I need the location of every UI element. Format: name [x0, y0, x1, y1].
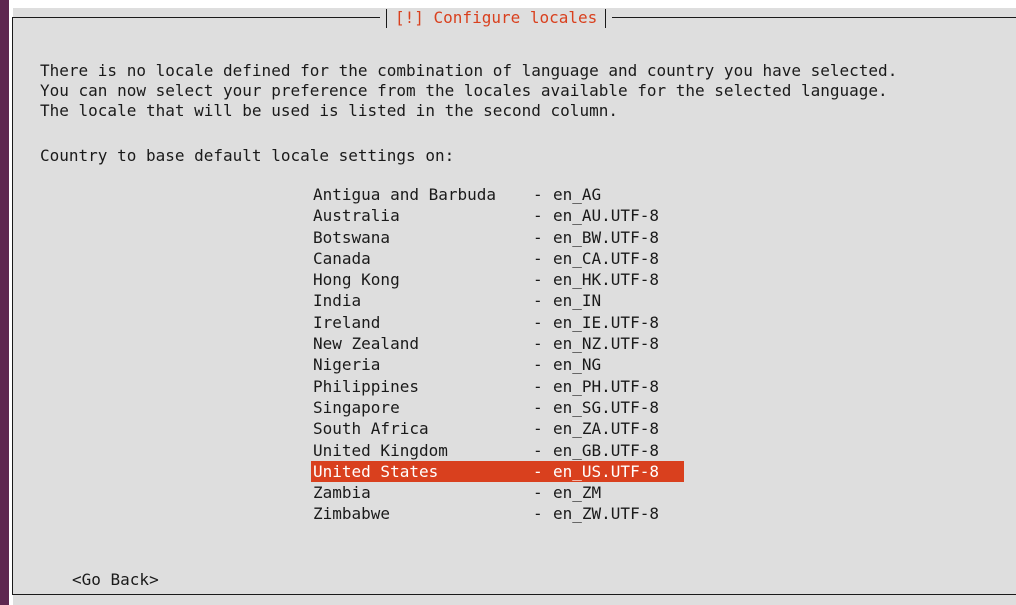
- locale-code: en_SG.UTF-8: [553, 397, 659, 417]
- locale-separator: -: [533, 355, 543, 375]
- locale-option[interactable]: Ireland - en_IE.UTF-8: [311, 312, 684, 333]
- dialog-title: [!] Configure locales: [395, 8, 598, 27]
- locale-option[interactable]: Nigeria - en_NG: [311, 354, 684, 375]
- locale-code: en_AG: [553, 185, 602, 204]
- locale-country: Singapore: [313, 397, 400, 417]
- locale-separator: -: [533, 206, 543, 226]
- locale-separator: -: [533, 185, 543, 204]
- locale-separator: -: [533, 291, 543, 311]
- locale-option[interactable]: South Africa - en_ZA.UTF-8: [311, 418, 684, 439]
- locale-country: Antigua and Barbuda: [313, 185, 497, 204]
- locale-list[interactable]: Antigua and Barbuda - en_AG Australia - en_AU…: [311, 184, 684, 525]
- locale-option[interactable]: United States - en_US.UTF-8: [311, 460, 684, 483]
- title-right-tick: [605, 8, 607, 28]
- locale-country: Australia: [313, 206, 400, 226]
- locale-country: Philippines: [313, 376, 419, 396]
- locale-option[interactable]: Australia - en_AU.UTF-8: [311, 205, 684, 226]
- go-back-button[interactable]: <Go Back>: [72, 570, 159, 590]
- locale-code: en_BW.UTF-8: [553, 227, 659, 247]
- locale-code: en_PH.UTF-8: [553, 376, 659, 396]
- country-prompt: Country to base default locale settings …: [40, 146, 455, 165]
- locale-option[interactable]: India - en_IN: [311, 290, 684, 311]
- locale-separator: -: [533, 270, 543, 290]
- locale-code: en_ZM: [553, 483, 602, 503]
- locale-separator: -: [533, 397, 543, 417]
- locale-option[interactable]: Philippines - en_PH.UTF-8: [311, 376, 684, 397]
- locale-separator: -: [533, 483, 543, 503]
- locale-country: Zambia: [313, 483, 371, 503]
- side-bar: [0, 0, 9, 605]
- locale-code: en_AU.UTF-8: [553, 206, 659, 226]
- locale-country: United Kingdom: [313, 440, 448, 460]
- locale-country: Nigeria: [313, 355, 381, 375]
- locale-code: en_US.UTF-8: [553, 461, 659, 481]
- locale-separator: -: [533, 440, 543, 460]
- locale-option[interactable]: Antigua and Barbuda - en_AG: [311, 184, 684, 205]
- locale-separator: -: [533, 248, 543, 268]
- locale-country: Hong Kong: [313, 270, 400, 290]
- locale-option[interactable]: United Kingdom - en_GB.UTF-8: [311, 440, 684, 461]
- description-line-2: You can now select your preference from …: [40, 81, 888, 100]
- locale-country: Zimbabwe: [313, 504, 391, 524]
- locale-code: en_NG: [553, 355, 602, 375]
- locale-separator: -: [533, 504, 543, 524]
- locale-separator: -: [533, 376, 543, 396]
- locale-country: New Zealand: [313, 334, 419, 354]
- dialog-title-container: [!] Configure locales: [380, 8, 613, 28]
- locale-code: en_IN: [553, 291, 602, 311]
- locale-option[interactable]: Zambia - en_ZM: [311, 482, 684, 503]
- locale-option[interactable]: New Zealand - en_NZ.UTF-8: [311, 333, 684, 354]
- locale-country: Botswana: [313, 227, 391, 247]
- locale-code: en_CA.UTF-8: [553, 248, 659, 268]
- locale-country: India: [313, 291, 362, 311]
- locale-code: en_HK.UTF-8: [553, 270, 659, 290]
- description-line-3: The locale that will be used is listed i…: [40, 101, 618, 120]
- locale-separator: -: [533, 334, 543, 354]
- locale-option[interactable]: Singapore - en_SG.UTF-8: [311, 397, 684, 418]
- locale-separator: -: [533, 227, 543, 247]
- locale-code: en_ZW.UTF-8: [553, 504, 659, 524]
- locale-country: Canada: [313, 248, 371, 268]
- locale-option[interactable]: Botswana - en_BW.UTF-8: [311, 227, 684, 248]
- locale-country: South Africa: [313, 419, 429, 439]
- locale-separator: -: [533, 419, 543, 439]
- locale-code: en_IE.UTF-8: [553, 312, 659, 332]
- locale-code: en_ZA.UTF-8: [553, 419, 659, 439]
- description-line-1: There is no locale defined for the combi…: [40, 61, 898, 80]
- locale-option[interactable]: Canada - en_CA.UTF-8: [311, 248, 684, 269]
- locale-code: en_NZ.UTF-8: [553, 334, 659, 354]
- locale-option[interactable]: Zimbabwe - en_ZW.UTF-8: [311, 503, 684, 524]
- locale-code: en_GB.UTF-8: [553, 440, 659, 460]
- locale-country: Ireland: [313, 312, 381, 332]
- locale-separator: -: [533, 312, 543, 332]
- locale-separator: -: [533, 461, 543, 481]
- installer-screen: [!] Configure locales There is no locale…: [0, 0, 1016, 605]
- locale-country: United States: [313, 461, 439, 481]
- locale-option[interactable]: Hong Kong - en_HK.UTF-8: [311, 269, 684, 290]
